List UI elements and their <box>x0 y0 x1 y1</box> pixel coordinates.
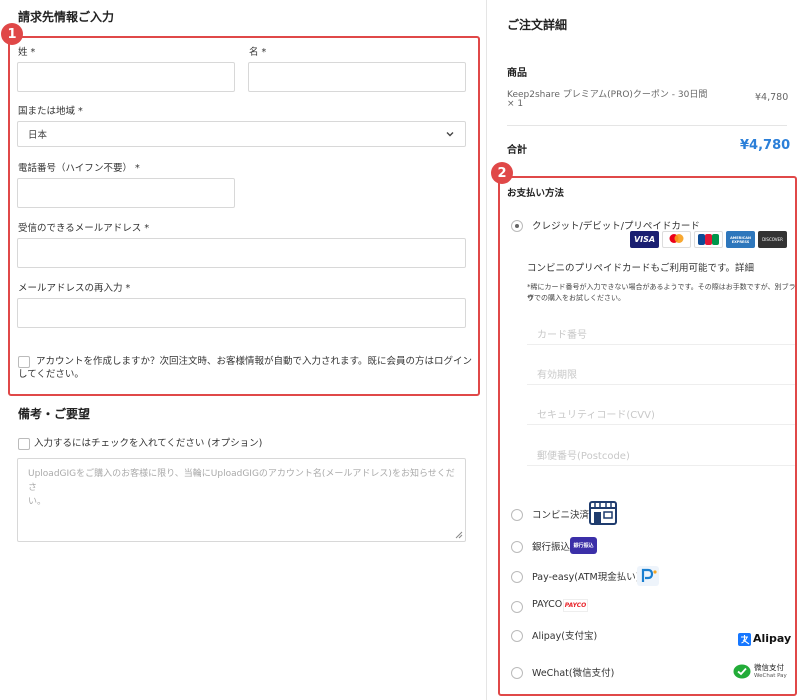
notes-checkbox-label: 入力するにはチェックを入れてください (オプション) <box>34 438 263 449</box>
card-radio[interactable] <box>511 220 523 232</box>
create-account-line-2: してください。 <box>18 369 84 380</box>
total-label: 合計 <box>507 145 527 156</box>
product-price: ¥4,780 <box>755 92 789 103</box>
payment-title: お支払い方法 <box>507 188 565 199</box>
phone-label: 電話番号（ハイフン不要） * <box>18 163 140 174</box>
mastercard-logo <box>662 231 691 248</box>
create-account-line-1: アカウントを作成しますか？次回注文時、お客様情報が自動で入力されます。既に会員の… <box>36 356 473 367</box>
payment-callout-box <box>498 176 797 696</box>
jcb-icon <box>698 234 719 245</box>
notes-textarea[interactable]: UploadGIGをご購入のお客様に限り、当輪にUploadGIGのアカウント名… <box>17 458 466 542</box>
discover-logo: DISCOVER <box>758 231 787 248</box>
last-name-label: 姓 * <box>18 47 36 58</box>
store-icon <box>589 501 617 525</box>
notes-placeholder-line-2: い。 <box>28 497 47 507</box>
product-name: Keep2share プレミアム(PRO)クーポン - 30日間 <box>507 90 708 100</box>
first-name-label: 名 * <box>249 47 267 58</box>
payco-badge: PAYCO <box>563 599 588 612</box>
bank-badge: 銀行振込 <box>570 537 597 554</box>
bank-label: 銀行振込 <box>532 542 571 553</box>
last-name-field[interactable] <box>17 62 235 92</box>
notes-title: 備考・ご要望 <box>18 407 91 421</box>
konbini-radio[interactable] <box>511 509 523 521</box>
country-label: 国または地域 * <box>18 106 83 117</box>
wechat-logo-text: 微信支付 WeChat Pay <box>754 663 787 681</box>
card-number-underline <box>527 344 795 345</box>
amex-logo: AMERICAN EXPRESS <box>726 231 755 248</box>
cvv-input[interactable]: セキュリティコード(CVV) <box>537 406 655 421</box>
expiry-underline <box>527 384 795 385</box>
wechat-logo-line-2: WeChat Pay <box>754 673 787 679</box>
postcode-underline <box>527 465 795 466</box>
callout-2: 2 <box>491 162 513 184</box>
order-title: ご注文詳細 <box>507 18 568 32</box>
visa-logo: VISA <box>630 231 659 248</box>
card-number-input[interactable]: カード番号 <box>537 326 587 341</box>
payeasy-radio[interactable] <box>511 571 523 583</box>
email-label: 受信のできるメールアドレス * <box>18 223 150 234</box>
resize-grip-icon[interactable] <box>454 530 463 539</box>
alipay-radio[interactable] <box>511 630 523 642</box>
billing-title: 請求先情報ご入力 <box>18 10 115 24</box>
konbini-label: コンビニ決済 <box>532 510 590 521</box>
create-account-checkbox[interactable] <box>18 356 30 368</box>
callout-1: 1 <box>1 23 23 45</box>
cvv-underline <box>527 424 795 425</box>
order-column: ご注文詳細 商品 Keep2share プレミアム(PRO)クーポン - 30日… <box>487 0 800 700</box>
order-divider <box>507 125 787 126</box>
first-name-field[interactable] <box>248 62 466 92</box>
billing-column: 請求先情報ご入力 1 姓 * 名 * 国または地域 * 日本 電話番号（ハイフン… <box>0 0 485 700</box>
email-confirm-field[interactable] <box>17 298 466 328</box>
card-info-text[interactable]: コンビニのプリペイドカードもご利用可能です。詳細 <box>527 260 754 274</box>
email-field[interactable] <box>17 238 466 268</box>
notes-checkbox[interactable] <box>18 438 30 450</box>
wechat-label: WeChat(微信支付) <box>532 668 615 679</box>
wechat-logo-line-1: 微信支付 <box>754 663 784 672</box>
bank-radio[interactable] <box>511 541 523 553</box>
jcb-logo <box>694 231 723 248</box>
payeasy-label: Pay-easy(ATM現金払い) <box>532 572 640 583</box>
create-account-text: アカウントを作成しますか？次回注文時、お客様情報が自動で入力されます。既に会員の… <box>18 355 476 381</box>
email-confirm-label: メールアドレスの再入力 * <box>18 283 131 294</box>
card-note-line-2: ザでの購入をお試しください。 <box>527 294 625 302</box>
payeasy-icon <box>637 566 659 586</box>
chevron-down-icon <box>446 132 454 137</box>
product-header: 商品 <box>507 68 527 79</box>
wechat-icon <box>733 664 751 679</box>
phone-field[interactable] <box>17 178 235 208</box>
wechat-radio[interactable] <box>511 667 523 679</box>
payco-label: PAYCO <box>532 599 563 610</box>
country-select[interactable]: 日本 <box>17 121 466 147</box>
product-qty: × 1 <box>507 99 524 109</box>
alipay-label: Alipay(支付宝) <box>532 631 598 642</box>
card-option-label: クレジット/デビット/プリペイドカード <box>532 221 700 232</box>
mastercard-icon <box>669 234 684 243</box>
total-value: ¥4,780 <box>740 138 791 153</box>
postcode-input[interactable]: 郵便番号(Postcode) <box>537 447 630 462</box>
alipay-logo-text: Alipay <box>753 632 792 645</box>
country-value: 日本 <box>28 130 48 141</box>
alipay-icon <box>738 633 751 646</box>
payco-radio[interactable] <box>511 601 523 613</box>
notes-placeholder-line-1: UploadGIGをご購入のお客様に限り、当輪にUploadGIGのアカウント名… <box>28 469 455 493</box>
expiry-input[interactable]: 有効期限 <box>537 366 577 381</box>
